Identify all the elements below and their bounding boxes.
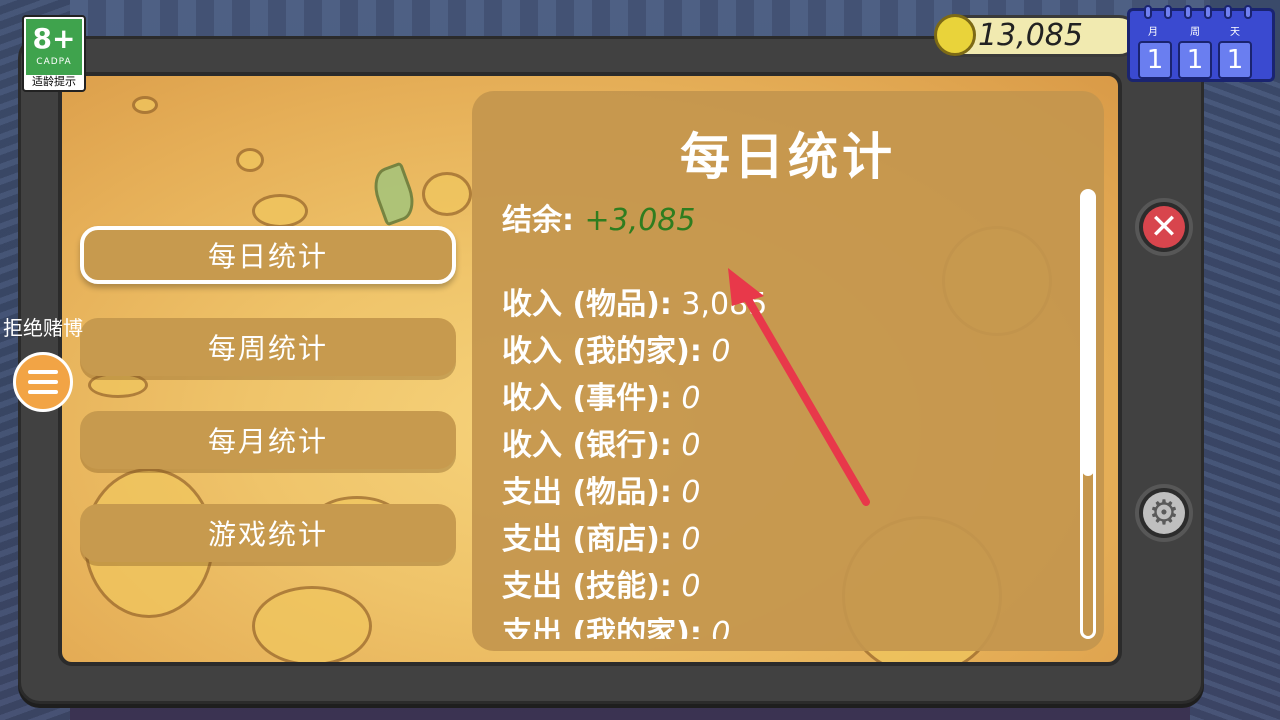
stat-row: 支出 (我的家): 0 [502,608,1062,639]
stat-value: 0 [681,522,701,557]
settings-button[interactable]: ⚙ [1135,484,1193,542]
stat-value: 0 [681,381,701,416]
stat-label: 收入 (我的家): [502,334,702,369]
stats-card: 每日统计 结余: +3,085 收入 (物品): 3,085 收入 (我的家):… [472,91,1104,651]
floating-menu-button[interactable] [13,352,73,412]
calendar-ring [1164,5,1172,19]
leaf-decoration [367,161,421,227]
stat-row: 收入 (事件): 0 [502,373,1062,420]
stat-row: 收入 (银行): 0 [502,420,1062,467]
tab-monthly-stats[interactable]: 每月统计 [80,411,456,469]
stat-value: 0 [681,569,701,604]
tab-weekly-stats[interactable]: 每周统计 [80,318,456,376]
coin-decoration [252,586,372,662]
stat-value: 0 [711,334,731,369]
balance-line: 结余: +3,085 [502,195,695,239]
age-rating-org: CADPA [36,57,72,67]
stats-list[interactable]: 收入 (物品): 3,085 收入 (我的家): 0 收入 (事件): 0 收入… [502,279,1062,639]
age-rating-box: 8+ CADPA [26,19,82,75]
close-button[interactable]: ✕ [1135,198,1193,256]
coin-count: 13,085 [978,18,1083,53]
stat-row: 支出 (商店): 0 [502,514,1062,561]
age-rating-tip: 适龄提示 [32,75,76,88]
balance-label: 结余: [502,203,574,238]
stat-row: 支出 (技能): 0 [502,561,1062,608]
close-icon: ✕ [1143,206,1185,248]
coin-decoration [132,96,158,114]
stat-row: 收入 (物品): 3,085 [502,279,1062,326]
stat-row: 收入 (我的家): 0 [502,326,1062,373]
calendar-day-label: 天 [1230,27,1240,38]
calendar-week-label: 周 [1190,27,1200,38]
scrollbar-thumb[interactable] [1082,191,1094,476]
stat-label: 收入 (物品): [502,287,672,322]
calendar-month-value: 1 [1138,41,1172,79]
calendar-day-value: 1 [1218,41,1252,79]
gear-icon: ⚙ [1143,492,1185,534]
coin-decoration [422,172,472,216]
calendar-ring [1184,5,1192,19]
stat-value: 0 [681,428,701,463]
stat-label: 支出 (技能): [502,569,672,604]
list-icon [28,370,58,394]
coin-icon [934,14,976,56]
calendar-ring [1204,5,1212,19]
calendar-ring [1244,5,1252,19]
tab-game-stats[interactable]: 游戏统计 [80,504,456,562]
calendar-widget[interactable]: 月 周 天 1 1 1 [1127,5,1275,82]
stats-title: 每日统计 [680,128,896,186]
stat-row: 支出 (物品): 0 [502,467,1062,514]
coin-decoration [236,148,264,172]
calendar-ring [1144,5,1152,19]
calendar-month-label: 月 [1148,27,1158,38]
calendar-week-value: 1 [1178,41,1212,79]
age-rating-number: 8+ [32,22,76,55]
stat-value: 0 [681,475,701,510]
stat-label: 收入 (事件): [502,381,672,416]
stat-label: 支出 (我的家): [502,616,702,639]
age-rating-badge[interactable]: 8+ CADPA 适龄提示 [22,15,86,92]
stat-value: 3,085 [681,287,768,322]
stat-label: 收入 (银行): [502,428,672,463]
balance-value: +3,085 [584,203,696,238]
coin-decoration [252,194,308,228]
stat-value: 0 [711,616,731,639]
stat-label: 支出 (物品): [502,475,672,510]
tab-daily-stats[interactable]: 每日统计 [80,226,456,284]
calendar-ring [1224,5,1232,19]
stat-label: 支出 (商店): [502,522,672,557]
no-gambling-label: 拒绝赌博 [3,316,83,340]
